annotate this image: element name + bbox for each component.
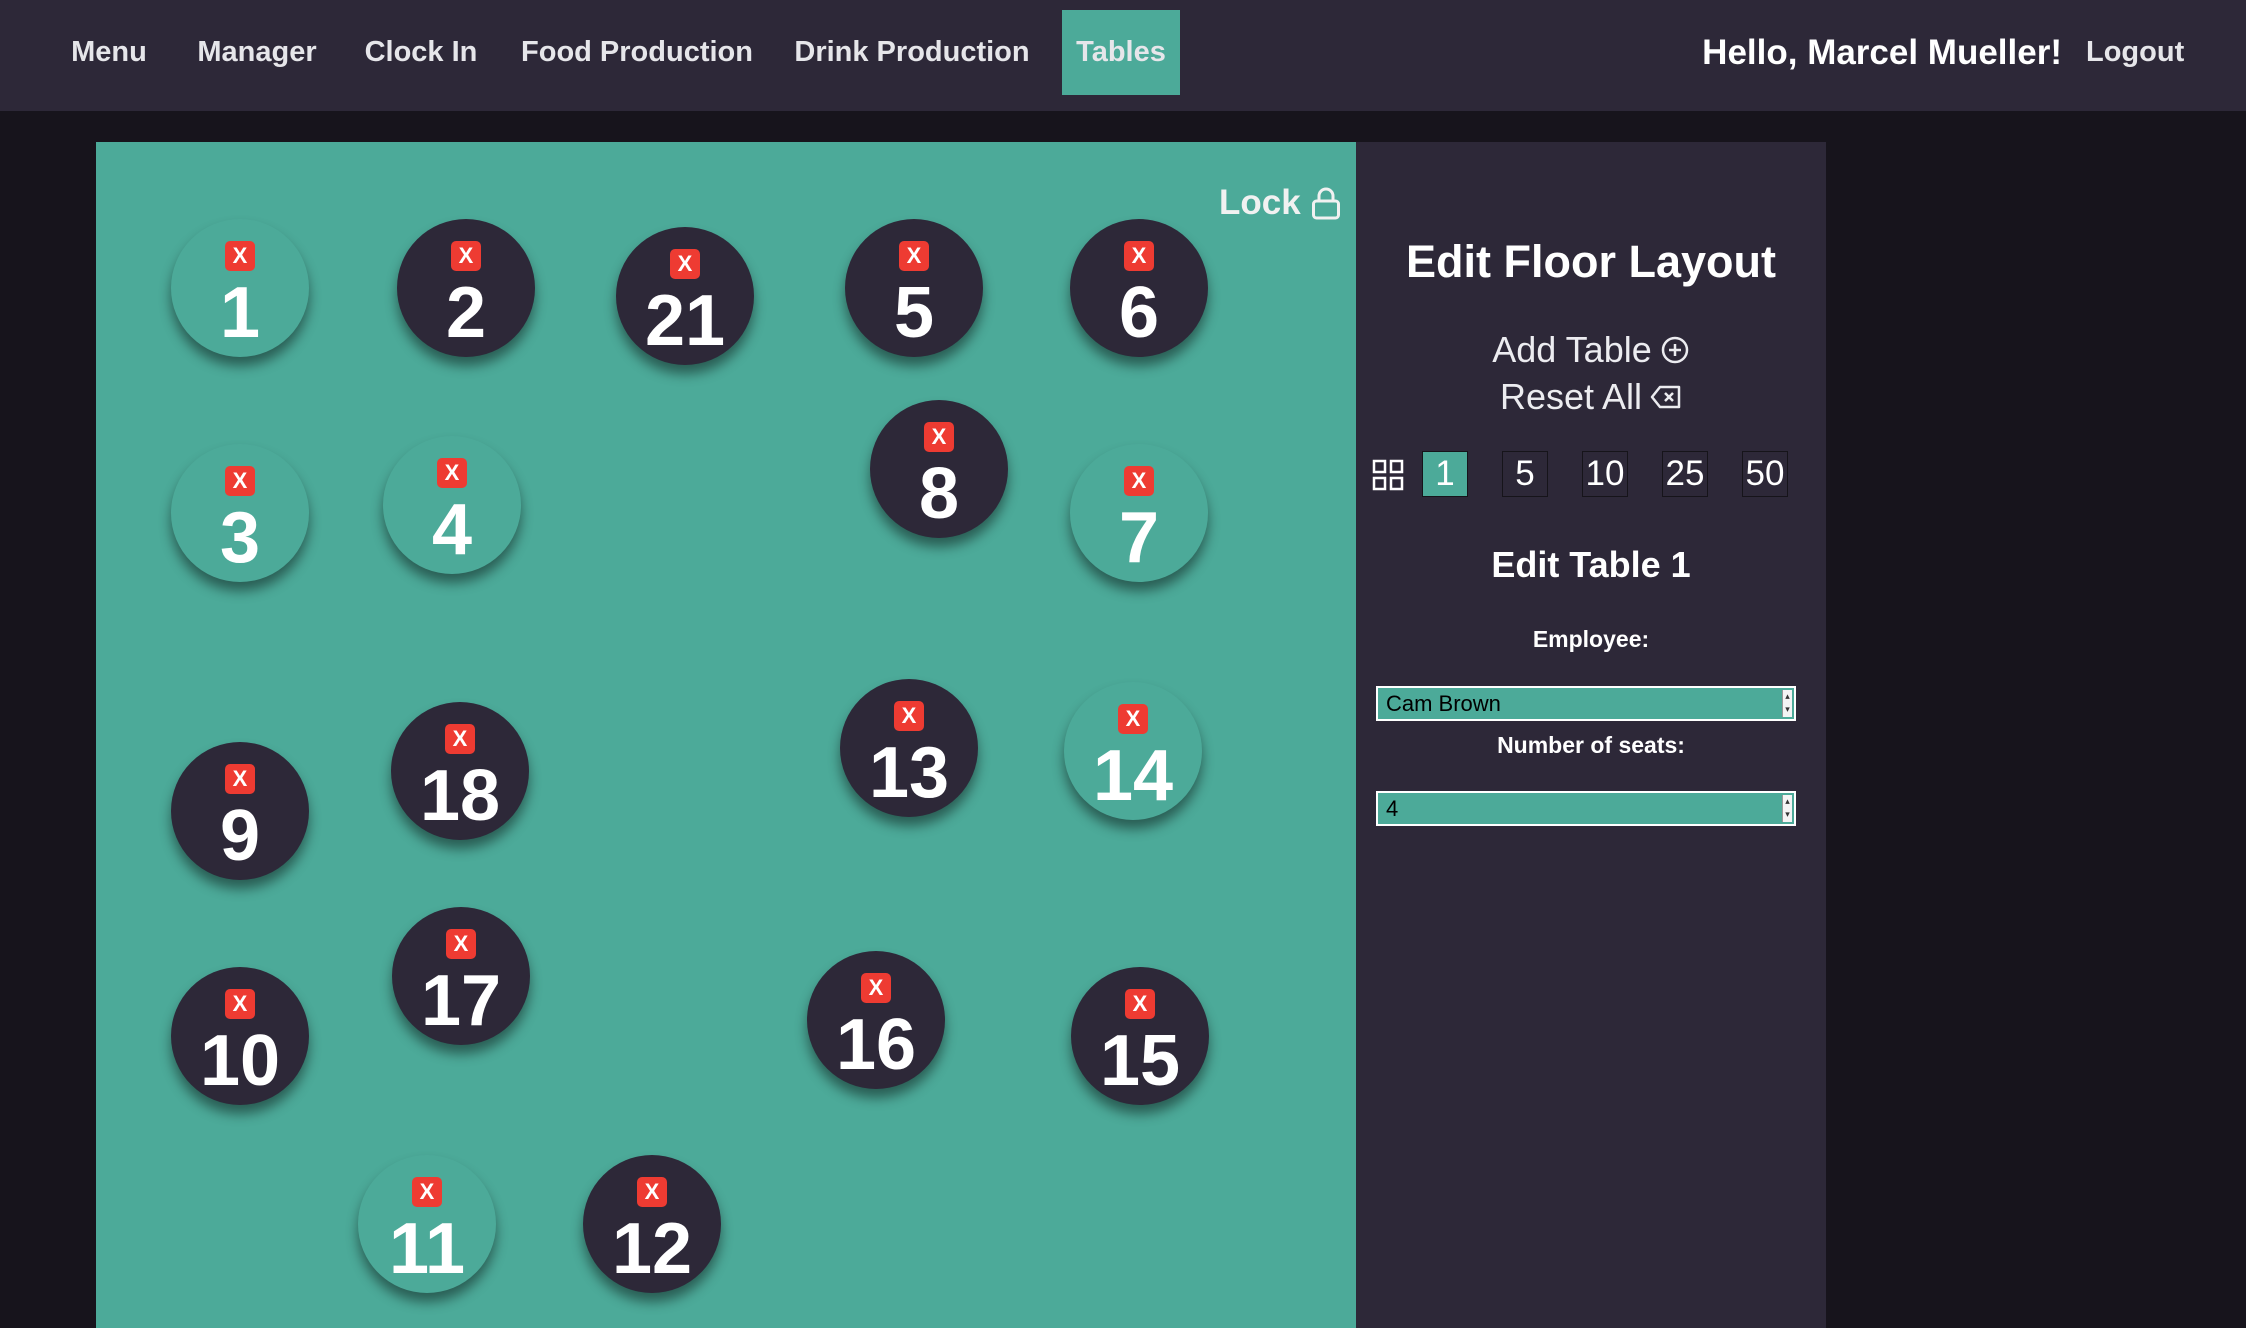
lock-button[interactable]: Lock bbox=[1219, 178, 1341, 228]
delete-table-button[interactable]: X bbox=[1124, 241, 1154, 271]
table-17[interactable]: X 17 bbox=[392, 907, 530, 1045]
table-number: 9 bbox=[219, 796, 261, 876]
nav-manager[interactable]: Manager bbox=[177, 10, 337, 95]
delete-table-button[interactable]: X bbox=[225, 989, 255, 1019]
reset-all-button[interactable]: Reset All bbox=[1356, 375, 1826, 419]
table-14[interactable]: X 14 bbox=[1064, 682, 1202, 820]
delete-table-button[interactable]: X bbox=[1118, 704, 1148, 734]
delete-table-button[interactable]: X bbox=[451, 241, 481, 271]
delete-table-button[interactable]: X bbox=[670, 249, 700, 279]
nav-menu[interactable]: Menu bbox=[50, 10, 168, 95]
table-12[interactable]: X 12 bbox=[583, 1155, 721, 1293]
table-number: 7 bbox=[1118, 498, 1160, 578]
delete-table-button[interactable]: X bbox=[1125, 989, 1155, 1019]
seats-select[interactable]: 4 ▴ ▾ bbox=[1376, 791, 1796, 826]
seats-select-value: 4 bbox=[1386, 795, 1399, 821]
employee-select[interactable]: Cam Brown ▴ ▾ bbox=[1376, 686, 1796, 721]
delete-table-button[interactable]: X bbox=[1124, 466, 1154, 496]
table-number: 8 bbox=[918, 454, 960, 534]
table-11[interactable]: X 11 bbox=[358, 1155, 496, 1293]
table-number: 17 bbox=[420, 961, 502, 1041]
delete-table-button[interactable]: X bbox=[225, 241, 255, 271]
table-number: 1 bbox=[219, 273, 261, 353]
table-13[interactable]: X 13 bbox=[840, 679, 978, 817]
grid-size-5-button[interactable]: 5 bbox=[1502, 451, 1548, 497]
nav-tables[interactable]: Tables bbox=[1062, 10, 1180, 95]
grid-size-10-button[interactable]: 10 bbox=[1582, 451, 1628, 497]
delete-table-button[interactable]: X bbox=[446, 929, 476, 959]
table-number: 11 bbox=[388, 1209, 466, 1289]
nav-food-production[interactable]: Food Production bbox=[505, 10, 769, 95]
plus-circle-icon bbox=[1661, 336, 1688, 364]
table-number: 13 bbox=[868, 733, 950, 813]
lock-label: Lock bbox=[1219, 183, 1301, 222]
table-number: 14 bbox=[1092, 736, 1174, 816]
table-number: 6 bbox=[1118, 273, 1160, 353]
grid-size-50-button[interactable]: 50 bbox=[1742, 451, 1788, 497]
grid-size-1-button[interactable]: 1 bbox=[1422, 451, 1468, 497]
lock-icon bbox=[1311, 187, 1340, 220]
table-5[interactable]: X5 bbox=[845, 219, 983, 357]
table-6[interactable]: X6 bbox=[1070, 219, 1208, 357]
table-16[interactable]: X 16 bbox=[807, 951, 945, 1089]
delete-table-button[interactable]: X bbox=[437, 458, 467, 488]
delete-table-button[interactable]: X bbox=[445, 724, 475, 754]
nav-drink-production[interactable]: Drink Production bbox=[779, 10, 1045, 95]
table-number: 10 bbox=[199, 1021, 281, 1101]
table-2[interactable]: X2 bbox=[397, 219, 535, 357]
add-table-label: Add Table bbox=[1492, 329, 1652, 370]
edit-table-title: Edit Table 1 bbox=[1491, 544, 1691, 585]
nav-clock-in[interactable]: Clock In bbox=[347, 10, 495, 95]
delete-table-button[interactable]: X bbox=[637, 1177, 667, 1207]
select-arrows-icon: ▴ ▾ bbox=[1782, 690, 1792, 717]
seats-label: Number of seats: bbox=[1497, 732, 1685, 758]
delete-table-button[interactable]: X bbox=[924, 422, 954, 452]
table-18[interactable]: X 18 bbox=[391, 702, 529, 840]
table-7[interactable]: X7 bbox=[1070, 444, 1208, 582]
table-4[interactable]: X4 bbox=[383, 436, 521, 574]
delete-table-button[interactable]: X bbox=[412, 1177, 442, 1207]
panel-title: Edit Floor Layout bbox=[1406, 236, 1776, 287]
table-number: 2 bbox=[445, 273, 487, 353]
user-greeting: Hello, Marcel Mueller! bbox=[1702, 32, 2062, 72]
table-3[interactable]: X3 bbox=[171, 444, 309, 582]
add-table-button[interactable]: Add Table bbox=[1356, 328, 1826, 372]
table-15[interactable]: X 15 bbox=[1071, 967, 1209, 1105]
employee-label: Employee: bbox=[1532, 626, 1650, 652]
table-number: 21 bbox=[644, 281, 726, 361]
table-number: 12 bbox=[611, 1209, 693, 1289]
delete-table-button[interactable]: X bbox=[225, 466, 255, 496]
delete-table-button[interactable]: X bbox=[894, 701, 924, 731]
table-1[interactable]: X1 bbox=[171, 219, 309, 357]
table-10[interactable]: X 10 bbox=[171, 967, 309, 1105]
delete-table-button[interactable]: X bbox=[899, 241, 929, 271]
grid-size-25-button[interactable]: 25 bbox=[1662, 451, 1708, 497]
table-number: 18 bbox=[419, 756, 501, 836]
table-number: 15 bbox=[1099, 1021, 1181, 1101]
table-number: 4 bbox=[431, 490, 473, 570]
reset-all-label: Reset All bbox=[1499, 376, 1643, 417]
select-arrows-icon: ▴ ▾ bbox=[1782, 795, 1792, 822]
table-number: 16 bbox=[835, 1005, 917, 1085]
table-21[interactable]: X 21 bbox=[616, 227, 754, 365]
grid-icon bbox=[1372, 459, 1404, 491]
table-number: 5 bbox=[893, 273, 935, 353]
table-number: 3 bbox=[219, 498, 261, 578]
table-9[interactable]: X9 bbox=[171, 742, 309, 880]
delete-table-button[interactable]: X bbox=[225, 764, 255, 794]
table-8[interactable]: X8 bbox=[870, 400, 1008, 538]
backspace-icon bbox=[1650, 385, 1681, 409]
logout-button[interactable]: Logout bbox=[2086, 10, 2184, 95]
delete-table-button[interactable]: X bbox=[861, 973, 891, 1003]
employee-select-value: Cam Brown bbox=[1386, 690, 1501, 716]
